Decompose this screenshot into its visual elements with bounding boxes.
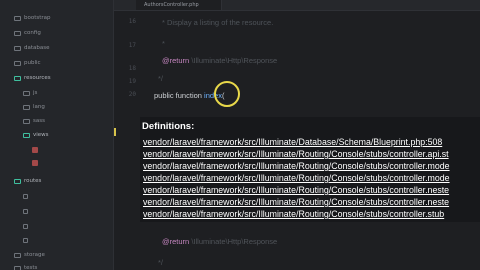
tree-folder-bootstrap[interactable]: bootstrap [14, 12, 51, 24]
tree-folder-storage[interactable]: storage [14, 249, 45, 261]
tree-folder-label: tests [24, 265, 38, 270]
line-number: 17 [128, 42, 136, 49]
folder-icon [14, 265, 21, 270]
file-tree-sidebar: bootstrap config database public resourc… [0, 0, 114, 270]
folder-icon [14, 45, 21, 51]
tab-authors-controller[interactable]: AuthorsController.php [136, 0, 222, 10]
code-comment-end: */ [158, 74, 164, 83]
tree-file-route[interactable] [23, 205, 28, 217]
file-icon [23, 193, 28, 199]
file-icon [32, 160, 38, 166]
method-keywords: public function [154, 91, 202, 100]
definition-link[interactable]: vendor/laravel/framework/src/Illuminate/… [143, 161, 450, 171]
definition-link[interactable]: vendor/laravel/framework/src/Illuminate/… [143, 197, 449, 207]
tree-file-route[interactable] [23, 220, 28, 232]
code-return-doc: @return \Illuminate\Http\Response [162, 56, 277, 65]
tree-folder-config[interactable]: config [14, 27, 41, 39]
folder-open-icon [14, 178, 21, 184]
folder-icon [14, 15, 21, 21]
line-number: 16 [128, 18, 136, 25]
tree-folder-public[interactable]: public [14, 57, 41, 69]
tree-folder-label: js [33, 90, 38, 96]
editor-tab-bar: AuthorsController.php [114, 0, 480, 11]
tree-folder-tests[interactable]: tests [14, 262, 37, 270]
file-icon [32, 147, 38, 153]
folder-icon [23, 90, 30, 96]
tree-folder-label: storage [24, 252, 45, 258]
folder-icon [14, 252, 21, 258]
line-number: 19 [128, 78, 136, 85]
file-icon [23, 223, 28, 229]
folder-open-icon [14, 75, 21, 81]
tab-label: AuthorsController.php [144, 2, 199, 8]
popup-title: Definitions: [142, 121, 195, 132]
code-comment-line: * [162, 39, 165, 48]
tree-file-route[interactable] [23, 234, 28, 246]
tree-folder-lang[interactable]: lang [23, 101, 45, 113]
file-icon [23, 237, 28, 243]
code-return-doc: @return \Illuminate\Http\Response [162, 237, 277, 246]
tree-file-route[interactable] [23, 190, 28, 202]
tree-folder-label: lang [33, 104, 45, 110]
folder-icon [14, 30, 21, 36]
code-comment-line: * Display a listing of the resource. [162, 18, 274, 27]
line-number: 20 [128, 91, 136, 98]
tree-folder-label: database [24, 45, 50, 51]
tree-folder-label: views [33, 132, 49, 138]
line-number: 18 [128, 65, 136, 72]
definition-link[interactable]: vendor/laravel/framework/src/Illuminate/… [143, 173, 450, 183]
tree-folder-routes[interactable]: routes [14, 175, 41, 187]
tree-file-blade[interactable] [32, 144, 38, 156]
tree-folder-resources[interactable]: resources [14, 72, 51, 84]
tree-folder-label: routes [24, 178, 42, 184]
tree-folder-label: config [24, 30, 41, 36]
doc-return-type: \Illuminate\Http\Response [191, 56, 278, 65]
definitions-popup: Definitions: vendor/laravel/framework/sr… [140, 117, 480, 222]
tab-inactive[interactable] [302, 0, 382, 10]
folder-icon [14, 60, 21, 66]
tree-folder-database[interactable]: database [14, 42, 50, 54]
tree-folder-label: public [24, 60, 41, 66]
file-icon [23, 208, 28, 214]
tree-folder-label: resources [24, 75, 51, 81]
tree-folder-label: sass [33, 118, 45, 124]
folder-icon [23, 118, 30, 124]
tree-folder-label: bootstrap [24, 15, 51, 21]
mouse-cursor-highlight [214, 81, 240, 107]
doc-return-type: \Illuminate\Http\Response [191, 237, 278, 246]
folder-open-icon [23, 132, 30, 138]
definition-link[interactable]: vendor/laravel/framework/src/Illuminate/… [143, 185, 449, 195]
tree-folder-js[interactable]: js [23, 87, 37, 99]
tree-folder-views[interactable]: views [23, 129, 49, 141]
definition-link[interactable]: vendor/laravel/framework/src/Illuminate/… [143, 209, 444, 219]
tab-inactive[interactable] [222, 0, 302, 10]
doc-return-tag: @return [162, 237, 190, 246]
tree-folder-sass[interactable]: sass [23, 115, 45, 127]
tree-file-blade[interactable] [32, 157, 38, 169]
folder-icon [23, 104, 30, 110]
definition-link[interactable]: vendor/laravel/framework/src/Illuminate/… [143, 137, 442, 147]
definition-link[interactable]: vendor/laravel/framework/src/Illuminate/… [143, 149, 449, 159]
doc-return-tag: @return [162, 56, 190, 65]
code-comment-end: */ [158, 258, 164, 267]
gutter-marker [114, 128, 116, 136]
